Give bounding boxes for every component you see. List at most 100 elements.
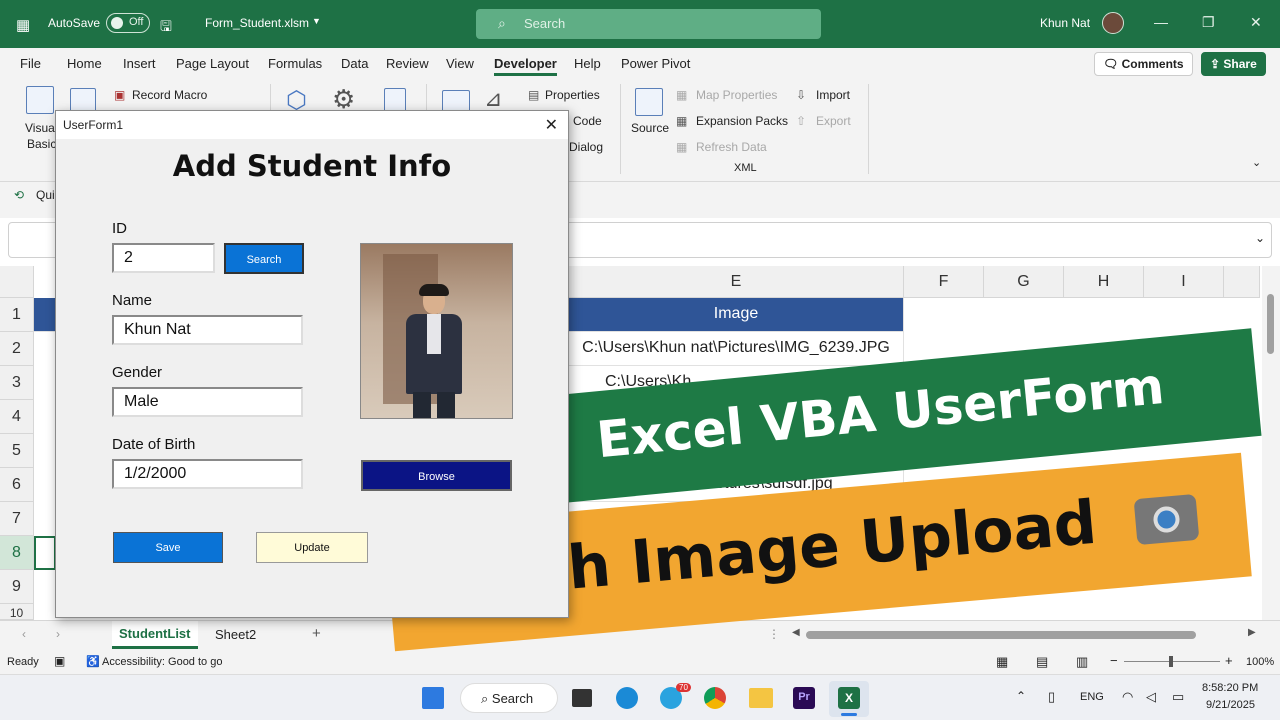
tab-developer[interactable]: Developer <box>494 56 557 76</box>
excel-taskbar-button[interactable]: X <box>829 681 869 717</box>
taskbar-search[interactable]: ⌕ Search <box>460 683 558 713</box>
run-dialog-button[interactable]: Dialog <box>569 140 603 154</box>
next-sheet-icon[interactable]: › <box>56 627 60 641</box>
chrome-icon[interactable] <box>704 687 726 709</box>
save-button[interactable]: Save <box>113 532 223 563</box>
minimize-icon[interactable]: — <box>1154 14 1168 30</box>
row-header-7[interactable]: 7 <box>0 502 34 536</box>
row-header-5[interactable]: 5 <box>0 434 34 468</box>
visual-basic-label-1[interactable]: Visual <box>25 121 57 135</box>
premiere-icon[interactable]: Pr <box>793 687 815 709</box>
name-field[interactable]: Khun Nat <box>112 315 303 345</box>
add-sheet-icon[interactable]: + <box>312 625 321 642</box>
wifi-icon[interactable]: ◠ <box>1122 689 1133 705</box>
horizontal-scroll-thumb[interactable] <box>806 631 1196 639</box>
map-properties-button[interactable]: Map Properties <box>696 88 777 102</box>
user-name[interactable]: Khun Nat <box>1040 16 1090 30</box>
clock-date[interactable]: 9/21/2025 <box>1206 699 1255 711</box>
zoom-in-icon[interactable]: + <box>1225 653 1233 668</box>
browse-button[interactable]: Browse <box>361 460 512 491</box>
close-icon[interactable]: ✕ <box>545 115 558 135</box>
vertical-scroll-thumb[interactable] <box>1267 294 1274 354</box>
zoom-level[interactable]: 100% <box>1246 656 1274 668</box>
column-header-h[interactable]: H <box>1064 266 1144 298</box>
refresh-data-button[interactable]: Refresh Data <box>696 140 767 154</box>
vertical-scrollbar[interactable] <box>1262 266 1280 620</box>
normal-view-icon[interactable]: ▦ <box>996 654 1008 670</box>
search-input[interactable]: ⌕ Search <box>476 9 821 39</box>
scroll-right-icon[interactable]: ▶ <box>1248 627 1256 638</box>
sheet-tab-sheet2[interactable]: Sheet2 <box>215 627 256 642</box>
chevron-down-icon[interactable]: ▼ <box>312 16 321 26</box>
update-button[interactable]: Update <box>256 532 368 563</box>
avatar[interactable] <box>1102 12 1124 34</box>
chevron-down-icon[interactable]: ⌄ <box>1252 156 1261 169</box>
page-break-view-icon[interactable]: ▥ <box>1076 654 1088 670</box>
sheet-tab-studentlist[interactable]: StudentList <box>112 621 198 649</box>
chevron-down-icon[interactable]: ⌄ <box>1255 231 1265 245</box>
cell-e2[interactable]: C:\Users\Khun nat\Pictures\IMG_6239.JPG <box>569 332 904 366</box>
edge-icon[interactable] <box>616 687 638 709</box>
visual-basic-icon[interactable] <box>26 86 54 114</box>
row-header-8[interactable]: 8 <box>0 536 34 570</box>
source-button[interactable]: Source <box>631 121 669 135</box>
zoom-out-icon[interactable]: − <box>1110 653 1118 668</box>
row-header-2[interactable]: 2 <box>0 332 34 366</box>
share-button[interactable]: ⇪ Share <box>1201 52 1266 76</box>
row-header-1[interactable]: 1 <box>0 298 34 332</box>
tab-data[interactable]: Data <box>341 56 368 71</box>
row-header-9[interactable]: 9 <box>0 570 34 604</box>
macro-recording-icon[interactable]: ▣ <box>54 654 65 668</box>
battery-icon[interactable]: ▭ <box>1172 689 1184 705</box>
column-header-e[interactable]: E <box>569 266 904 298</box>
visual-basic-label-2[interactable]: Basic <box>27 137 56 151</box>
chevron-up-icon[interactable]: ⌃ <box>1016 689 1026 703</box>
save-icon[interactable]: 🖫 <box>160 16 172 40</box>
search-button[interactable]: Search <box>224 243 304 274</box>
more-options-icon[interactable]: ⋮ <box>768 627 780 641</box>
macros-icon[interactable] <box>70 88 96 112</box>
accessibility-status[interactable]: Accessibility: Good to go <box>102 656 222 668</box>
close-icon[interactable]: ✕ <box>1250 14 1262 31</box>
tab-home[interactable]: Home <box>67 56 102 71</box>
column-header-f[interactable]: F <box>904 266 984 298</box>
tab-power-pivot[interactable]: Power Pivot <box>621 56 690 71</box>
active-cell[interactable] <box>34 536 56 570</box>
page-layout-view-icon[interactable]: ▤ <box>1036 654 1048 670</box>
tab-view[interactable]: View <box>446 56 474 71</box>
tab-formulas[interactable]: Formulas <box>268 56 322 71</box>
design-mode-icon[interactable]: ⊿ <box>484 86 502 112</box>
column-header-g[interactable]: G <box>984 266 1064 298</box>
language-indicator[interactable]: ENG <box>1080 691 1104 703</box>
windows-start-icon[interactable] <box>422 687 444 709</box>
properties-button[interactable]: Properties <box>545 88 600 102</box>
column-header-i[interactable]: I <box>1144 266 1224 298</box>
tab-file[interactable]: File <box>20 56 41 71</box>
autosave-toggle[interactable]: Off <box>106 13 150 33</box>
id-field[interactable]: 2 <box>112 243 215 273</box>
column-header-j[interactable] <box>1224 266 1260 298</box>
usb-icon[interactable]: ▯ <box>1048 689 1055 705</box>
row-header-3[interactable]: 3 <box>0 366 34 400</box>
zoom-slider-thumb[interactable] <box>1169 656 1173 667</box>
cell-e1[interactable]: Image <box>569 298 904 332</box>
row-header-10[interactable]: 10 <box>0 604 34 620</box>
tab-review[interactable]: Review <box>386 56 429 71</box>
scroll-left-icon[interactable]: ◀ <box>792 627 800 638</box>
prev-sheet-icon[interactable]: ‹ <box>22 627 26 641</box>
view-code-button[interactable]: Code <box>573 114 602 128</box>
select-all-corner[interactable] <box>0 266 34 298</box>
tab-insert[interactable]: Insert <box>123 56 156 71</box>
com-addins-icon[interactable] <box>384 88 406 112</box>
expansion-packs-button[interactable]: Expansion Packs <box>696 114 788 128</box>
task-view-icon[interactable] <box>572 689 592 707</box>
quick-label[interactable]: Qui <box>36 188 55 202</box>
comments-button[interactable]: 🗨 Comments <box>1094 52 1193 76</box>
tab-help[interactable]: Help <box>574 56 601 71</box>
volume-icon[interactable]: ◁ <box>1146 689 1156 705</box>
gender-field[interactable]: Male <box>112 387 303 417</box>
file-name[interactable]: Form_Student.xlsm <box>205 16 309 30</box>
dob-field[interactable]: 1/2/2000 <box>112 459 303 489</box>
source-icon[interactable] <box>635 88 663 116</box>
restore-icon[interactable]: ❐ <box>1202 14 1215 31</box>
